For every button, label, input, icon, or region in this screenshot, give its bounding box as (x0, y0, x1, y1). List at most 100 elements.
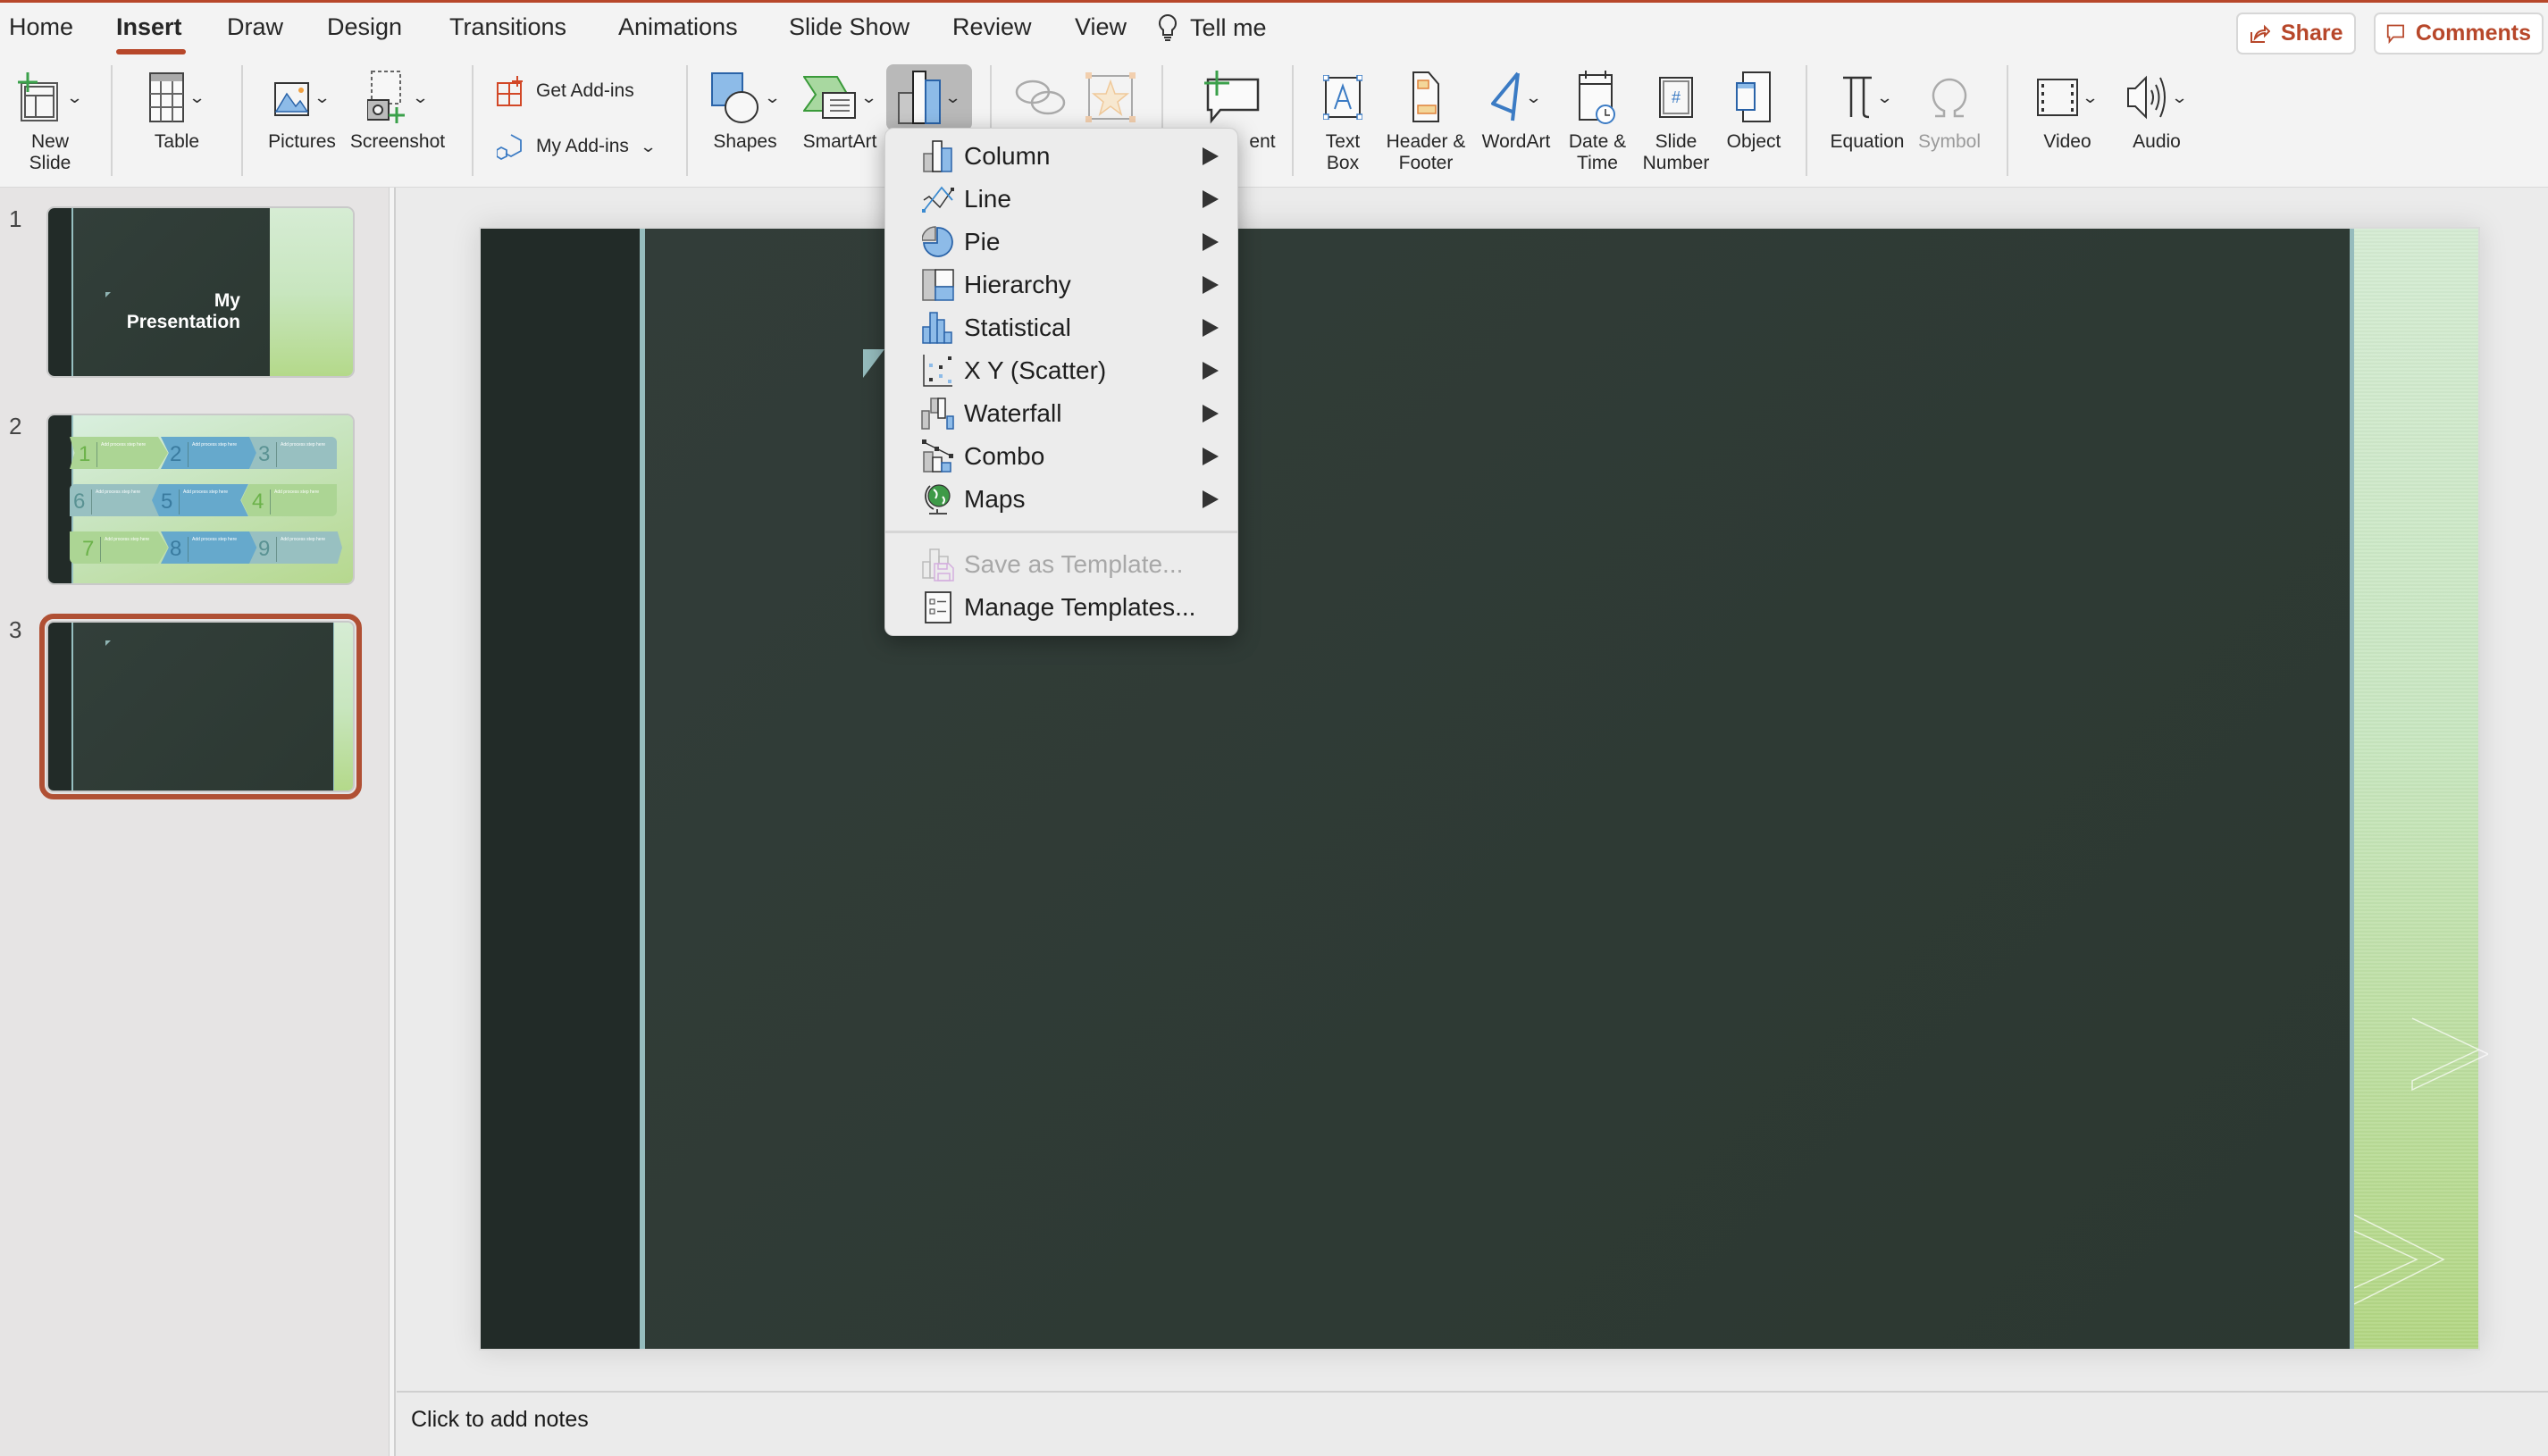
notes-input[interactable]: Click to add notes (411, 1407, 589, 1433)
slide-thumbnail-1[interactable]: My Presentation (46, 206, 355, 378)
menu-item-scatter[interactable]: X Y (Scatter) (885, 349, 1237, 392)
save-template-icon (922, 548, 954, 582)
current-slide-canvas[interactable] (479, 227, 2488, 1351)
symbol-label: Symbol (1917, 131, 1982, 152)
video-button[interactable]: ⌄ Video (2021, 63, 2114, 153)
chevron-down-icon[interactable]: ⌄ (2082, 88, 2100, 107)
new-slide-button[interactable]: ⌄ New Slide (7, 63, 93, 174)
slide-thumbnail-3[interactable] (39, 614, 362, 799)
statistical-chart-icon (922, 312, 952, 344)
shapes-icon (711, 72, 759, 123)
date-time-label: Date & Time (1568, 131, 1627, 173)
menu-item-statistical[interactable]: Statistical (885, 306, 1237, 349)
chevron-down-icon[interactable]: ⌄ (2171, 88, 2189, 107)
chevron-down-icon[interactable]: ⌄ (1876, 88, 1894, 107)
chevron-down-icon[interactable]: ⌄ (860, 88, 878, 107)
active-tab-indicator (116, 49, 186, 54)
slide-number: 3 (9, 616, 22, 643)
menu-item-pie[interactable]: Pie (885, 221, 1237, 264)
menu-item-column[interactable]: Column (885, 135, 1237, 178)
link-button[interactable] (1010, 63, 1072, 131)
menu-item-combo[interactable]: Combo (885, 435, 1237, 478)
pictures-button[interactable]: ⌄ Pictures (256, 63, 348, 153)
submenu-arrow-icon (1203, 233, 1219, 251)
chart-button-icon-wrap[interactable]: ⌄ (886, 63, 972, 131)
text-box-button[interactable]: Text Box (1308, 63, 1378, 174)
tab-animations[interactable]: Animations (618, 13, 738, 41)
video-film-icon (2037, 79, 2079, 116)
menu-item-maps[interactable]: Maps (885, 478, 1237, 521)
symbol-button[interactable]: Symbol (1912, 63, 1987, 153)
process-step: 3 Add process step here (249, 437, 337, 469)
screenshot-button[interactable]: ⌄ Screenshot (347, 63, 448, 153)
video-label: Video (2043, 131, 2091, 152)
chevron-down-icon[interactable]: ⌄ (412, 88, 430, 107)
tab-view[interactable]: View (1075, 13, 1127, 41)
share-icon (2250, 24, 2270, 43)
chevron-down-icon[interactable]: ⌄ (189, 88, 206, 107)
tab-review[interactable]: Review (952, 13, 1032, 41)
tab-insert[interactable]: Insert (116, 13, 182, 41)
tab-design[interactable]: Design (327, 13, 402, 41)
waterfall-chart-icon (921, 397, 954, 430)
date-time-button[interactable]: Date & Time (1558, 63, 1637, 174)
chevron-down-icon[interactable]: ⌄ (764, 88, 782, 107)
date-time-icon (1579, 71, 1615, 124)
slide-thumbnail-2[interactable]: 1 Add process step here 2 Add process step… (46, 414, 355, 585)
menu-item-hierarchy[interactable]: Hierarchy (885, 264, 1237, 306)
shapes-label: Shapes (713, 131, 777, 152)
table-button[interactable]: ⌄ Table (132, 63, 222, 153)
line-chart-icon (922, 186, 954, 213)
menu-item-save-as-template[interactable]: Save as Template... (885, 543, 1237, 586)
new-comment-icon (1204, 71, 1260, 124)
chevron-down-icon[interactable]: ⌄ (640, 138, 658, 156)
wordart-label: WordArt (1481, 131, 1551, 152)
chart-type-menu: Column Line Pie Hierarchy Statistical X … (884, 128, 1238, 636)
chevron-down-icon[interactable]: ⌄ (1525, 88, 1543, 107)
slide-number: 1 (9, 205, 22, 232)
combo-chart-icon (922, 439, 953, 473)
action-button[interactable] (1079, 63, 1142, 131)
thumbnail-green-panel (270, 208, 353, 376)
ribbon-tab-bar: Home Insert Draw Design Transitions Anim… (0, 3, 2548, 56)
panel-splitter[interactable] (389, 188, 396, 1456)
chevron-down-icon[interactable]: ⌄ (314, 88, 331, 107)
slide-number: 2 (9, 413, 22, 439)
new-slide-icon (18, 72, 59, 121)
tab-slide-show[interactable]: Slide Show (789, 13, 909, 41)
object-button[interactable]: Object (1717, 63, 1790, 153)
chevron-down-icon[interactable]: ⌄ (944, 88, 962, 107)
slide-thumbnail-panel: 1 My Presentation 2 1 Add process step he… (0, 188, 389, 1456)
menu-item-line[interactable]: Line (885, 178, 1237, 221)
get-addins-button[interactable]: Get Add-ins (497, 76, 634, 106)
tab-transitions[interactable]: Transitions (449, 13, 566, 41)
smartart-button[interactable]: ⌄ SmartArt (795, 63, 884, 153)
tell-me-search[interactable]: Tell me (1158, 13, 1267, 42)
submenu-arrow-icon (1203, 276, 1219, 294)
process-step: 5 Add process step here (150, 484, 248, 516)
audio-button[interactable]: ⌄ Audio (2117, 63, 2196, 153)
notes-divider[interactable] (397, 1391, 2548, 1393)
wordart-button[interactable]: ⌄ WordArt (1476, 63, 1556, 153)
new-slide-label: New Slide (29, 131, 71, 173)
wordart-icon (1491, 71, 1521, 121)
tab-draw[interactable]: Draw (227, 13, 283, 41)
equation-button[interactable]: ⌄ Equation (1823, 63, 1912, 153)
share-button[interactable]: Share (2236, 13, 2356, 54)
comments-button[interactable]: Comments (2374, 13, 2544, 54)
manage-templates-icon (925, 591, 951, 623)
ribbon-divider (2007, 65, 2008, 176)
triangle-accent (863, 349, 884, 378)
shapes-button[interactable]: ⌄ Shapes (704, 63, 786, 153)
menu-item-waterfall[interactable]: Waterfall (885, 392, 1237, 435)
ribbon-divider (472, 65, 474, 176)
tab-home[interactable]: Home (9, 13, 73, 41)
my-addins-button[interactable]: My Add-ins ⌄ (497, 133, 658, 160)
slide-number-button[interactable]: # Slide Number (1635, 63, 1717, 174)
process-step: 2 Add process step here (161, 437, 259, 469)
chevron-down-icon[interactable]: ⌄ (66, 88, 84, 107)
object-icon (1736, 71, 1771, 122)
header-footer-button[interactable]: Header & Footer (1379, 63, 1472, 174)
menu-item-manage-templates[interactable]: Manage Templates... (885, 586, 1237, 629)
header-footer-icon (1412, 71, 1439, 122)
